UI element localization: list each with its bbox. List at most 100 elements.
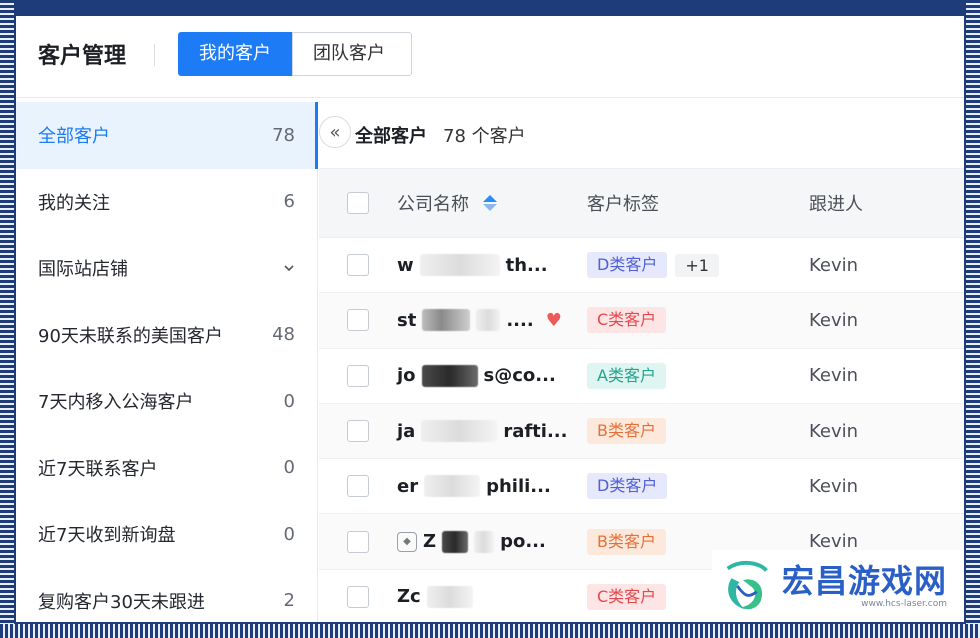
list-title: 全部客户 bbox=[355, 126, 427, 147]
row-checkbox[interactable] bbox=[347, 254, 369, 277]
heart-icon[interactable]: ♥ bbox=[546, 310, 562, 331]
sidebar-item-moved-to-pool[interactable]: 7天内移入公海客户 0 bbox=[16, 368, 317, 435]
sidebar-item-intl-store[interactable]: 国际站店铺 bbox=[16, 235, 317, 302]
customer-filter-sidebar: 全部客户 78 我的关注 6 国际站店铺 90天未联系的美国客户 48 7天内移… bbox=[16, 102, 318, 622]
redacted-text bbox=[476, 309, 501, 332]
company-name-start: w bbox=[397, 254, 414, 276]
company-name-start: jo bbox=[397, 365, 416, 387]
select-all-checkbox[interactable] bbox=[347, 192, 369, 214]
company-name[interactable]: jo s@co... bbox=[397, 364, 587, 387]
table-row[interactable]: jo s@co... A类客户 Kevin bbox=[319, 349, 964, 404]
customer-tag: B类客户 bbox=[587, 528, 666, 555]
sidebar-item-following[interactable]: 我的关注 6 bbox=[16, 169, 317, 236]
sidebar-item-count: 0 bbox=[283, 390, 295, 412]
company-name[interactable]: w th... bbox=[397, 254, 587, 277]
customer-list-panel: « 全部客户 78 个客户 公司名称 客户标签 跟进人 w th... D类客户… bbox=[319, 102, 964, 622]
sidebar-item-label: 近7天收到新询盘 bbox=[38, 525, 176, 547]
customer-tag: A类客户 bbox=[587, 362, 666, 389]
sidebar-item-count: 0 bbox=[283, 457, 295, 479]
column-header-company[interactable]: 公司名称 bbox=[397, 190, 587, 216]
table-row[interactable]: ja rafti... B类客户 Kevin bbox=[319, 403, 964, 460]
owner-name: Kevin bbox=[809, 475, 859, 497]
watermark-url: www.hcs-laser.com bbox=[861, 599, 948, 609]
column-header-tag: 客户标签 bbox=[587, 194, 659, 215]
column-header-label: 公司名称 bbox=[397, 194, 469, 215]
sort-icon[interactable] bbox=[483, 195, 497, 211]
company-name-end: s@co... bbox=[483, 365, 556, 387]
customer-tag: D类客户 bbox=[587, 252, 668, 279]
redacted-text bbox=[422, 309, 471, 332]
table-row[interactable]: st .... ♥ C类客户 Kevin bbox=[319, 293, 964, 349]
redacted-text bbox=[419, 254, 500, 277]
tab-team-customers[interactable]: 团队客户 bbox=[292, 32, 412, 76]
list-count: 78 个客户 bbox=[443, 126, 526, 147]
row-checkbox[interactable] bbox=[347, 585, 369, 608]
sidebar-item-label: 我的关注 bbox=[38, 192, 110, 214]
frame-border-bottom bbox=[0, 624, 980, 638]
redacted-text bbox=[442, 530, 469, 553]
owner-name: Kevin bbox=[809, 365, 859, 387]
row-checkbox[interactable] bbox=[347, 420, 369, 443]
customer-scope-tabs: 我的客户 团队客户 bbox=[178, 32, 412, 76]
owner-name: Kevin bbox=[809, 254, 859, 276]
sidebar-item-contacted-7-days[interactable]: 近7天联系客户 0 bbox=[16, 435, 317, 502]
redacted-text bbox=[421, 420, 498, 443]
customer-tag: C类客户 bbox=[587, 583, 667, 610]
title-divider bbox=[154, 44, 155, 66]
sidebar-item-label: 90天未联系的美国客户 bbox=[38, 325, 223, 347]
customer-tag: B类客户 bbox=[587, 418, 666, 445]
sidebar-item-new-inquiries[interactable]: 近7天收到新询盘 0 bbox=[16, 501, 317, 568]
company-name-start: st bbox=[397, 309, 417, 331]
customer-tag: D类客户 bbox=[587, 473, 668, 500]
company-name-end: .... bbox=[506, 309, 534, 331]
redacted-text bbox=[421, 364, 478, 387]
company-name-start: er bbox=[397, 475, 419, 497]
tab-my-customers[interactable]: 我的客户 bbox=[178, 32, 292, 76]
company-name-end: rafti... bbox=[503, 420, 568, 442]
company-name-start: Zc bbox=[397, 586, 421, 608]
sidebar-item-count: 0 bbox=[283, 523, 295, 545]
company-name-end: phili... bbox=[486, 475, 551, 497]
customer-tag: C类客户 bbox=[587, 307, 667, 334]
frame-border-left bbox=[0, 0, 14, 638]
owner-name: Kevin bbox=[809, 531, 859, 553]
more-tags-count[interactable]: +1 bbox=[675, 253, 719, 277]
double-chevron-left-icon[interactable]: « bbox=[319, 116, 351, 148]
company-name[interactable]: ◆ Z po... bbox=[397, 530, 587, 553]
company-name-end: th... bbox=[505, 254, 548, 276]
redacted-text bbox=[426, 585, 473, 608]
page-title: 客户管理 bbox=[38, 44, 127, 69]
company-name[interactable]: st .... ♥ bbox=[397, 309, 587, 332]
row-checkbox[interactable] bbox=[347, 530, 369, 553]
watermark-logo-icon bbox=[726, 560, 768, 610]
company-name[interactable]: Zc bbox=[397, 585, 587, 608]
owner-name: Kevin bbox=[809, 420, 859, 442]
owner-name: Kevin bbox=[809, 309, 859, 331]
sidebar-item-us-90-days[interactable]: 90天未联系的美国客户 48 bbox=[16, 302, 317, 369]
company-name-end: po... bbox=[500, 531, 546, 553]
watermark-title: 宏昌游戏网 bbox=[782, 562, 948, 600]
sidebar-item-label: 7天内移入公海客户 bbox=[38, 392, 194, 414]
chevron-down-icon[interactable] bbox=[283, 258, 295, 279]
redacted-text bbox=[474, 530, 495, 553]
column-header-owner: 跟进人 bbox=[809, 194, 863, 215]
table-row[interactable]: er phili... D类客户 Kevin bbox=[319, 459, 964, 515]
app-window: 客户管理 我的客户 团队客户 全部客户 78 我的关注 6 国际站店铺 90天未… bbox=[16, 16, 964, 622]
table-header: 公司名称 客户标签 跟进人 bbox=[319, 168, 964, 238]
company-name-start: Z bbox=[423, 531, 437, 553]
company-name[interactable]: ja rafti... bbox=[397, 420, 587, 443]
row-checkbox[interactable] bbox=[347, 475, 369, 498]
row-checkbox[interactable] bbox=[347, 364, 369, 387]
frame-border-right bbox=[966, 0, 980, 638]
store-badge-icon: ◆ bbox=[397, 531, 417, 552]
page-header: 客户管理 我的客户 团队客户 bbox=[16, 16, 964, 98]
sidebar-item-repurchase-30-days[interactable]: 复购客户30天未跟进 2 bbox=[16, 568, 317, 623]
company-name-start: ja bbox=[397, 420, 416, 442]
sidebar-item-label: 复购客户30天未跟进 bbox=[38, 591, 205, 613]
company-name[interactable]: er phili... bbox=[397, 475, 587, 498]
sidebar-item-count: 6 bbox=[283, 191, 295, 213]
row-checkbox[interactable] bbox=[347, 309, 369, 332]
sidebar-item-count: 48 bbox=[272, 324, 295, 346]
table-row[interactable]: w th... D类客户 +1 Kevin bbox=[319, 238, 964, 294]
sidebar-item-all-customers[interactable]: 全部客户 78 bbox=[16, 102, 318, 169]
